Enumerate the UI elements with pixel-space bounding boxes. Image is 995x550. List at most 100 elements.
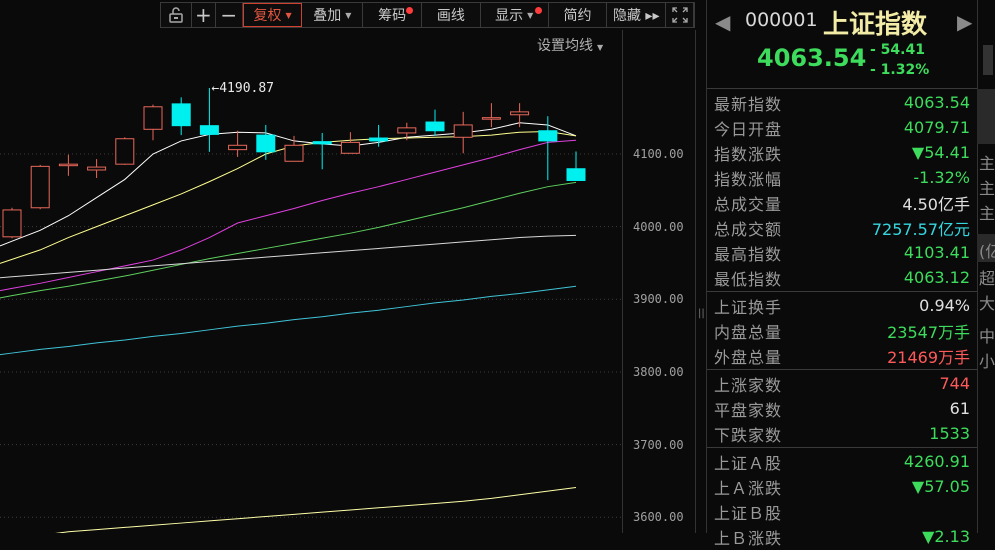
stats-row: 指数涨幅 -1.32%	[707, 165, 977, 190]
candle-up	[30, 165, 50, 209]
side-label: 主	[979, 179, 995, 198]
fullscreen-button[interactable]	[666, 3, 695, 27]
candle-down	[199, 125, 219, 135]
y-tick-label: 3600.00	[633, 510, 684, 525]
stat-value: ▼54.41	[911, 143, 970, 162]
candle-up	[143, 106, 163, 130]
candle-up	[87, 166, 107, 171]
candle-up	[481, 117, 501, 120]
stock-name: 上证指数	[823, 10, 928, 40]
stock-code: 000001	[745, 9, 818, 31]
stats-row: 上证换手 0.94%	[707, 293, 977, 318]
side-label: 中	[979, 327, 995, 346]
y-tick-label: 3800.00	[633, 364, 684, 379]
stat-value: 4103.41	[903, 243, 970, 262]
side-label: 大	[979, 294, 995, 313]
ma-line-ma120	[0, 234, 577, 279]
stats-row: 总成交额 7257.57亿元	[707, 215, 977, 240]
ma-line-ma-long	[55, 486, 577, 533]
stats-group: 上证Ａ股 4260.91 上Ａ涨跌 ▼57.05 上证Ｂ股 上Ｂ涨跌 ▼2.13	[707, 447, 977, 550]
stats-row: 上Ａ涨跌 ▼57.05	[707, 474, 977, 499]
stats-group: 上涨家数 744 平盘家数 61 下跌家数 1533	[707, 369, 977, 447]
stats-group: 上证换手 0.94% 内盘总量 23547万手 外盘总量 21469万手	[707, 291, 977, 369]
fullscreen-icon	[671, 7, 688, 23]
y-tick-label: 3700.00	[633, 437, 684, 452]
stat-label: 上证Ｂ股	[714, 503, 783, 523]
stat-label: 上Ａ涨跌	[714, 478, 783, 498]
stat-value: 4260.91	[903, 452, 970, 471]
candle-up	[453, 124, 473, 138]
stats-row: 下跌家数 1533	[707, 421, 977, 446]
stats-row: 最低指数 4063.12	[707, 265, 977, 290]
kline-chart[interactable]: ←4190.87	[0, 0, 622, 533]
side-header-block	[977, 89, 995, 144]
candle-up	[2, 209, 22, 238]
y-tick-label: 4100.00	[633, 147, 684, 161]
ma-line-ma5	[0, 122, 577, 247]
stats-row: 上涨家数 744	[707, 371, 977, 396]
stat-value: 4.50亿手	[902, 194, 970, 214]
side-label: 主	[979, 154, 995, 173]
stat-label: 上证Ａ股	[714, 453, 783, 473]
stat-label: 指数涨幅	[714, 169, 783, 189]
stat-value: 744	[939, 374, 970, 393]
stats-row: 最高指数 4103.41	[707, 240, 977, 265]
side-button[interactable]	[983, 45, 993, 75]
candle-down	[369, 137, 389, 142]
next-stock-arrow-icon[interactable]: ▶	[957, 10, 972, 34]
stats-row: 上证Ａ股 4260.91	[707, 449, 977, 474]
stat-label: 最新指数	[714, 94, 783, 114]
stat-label: 今日开盘	[714, 119, 783, 139]
stat-value: 0.94%	[919, 296, 970, 315]
stats-row: 上Ｂ涨跌 ▼2.13	[707, 524, 977, 549]
stat-value: 4079.71	[903, 118, 970, 137]
candle-down	[566, 168, 586, 181]
stat-value: ▼57.05	[911, 477, 970, 496]
stat-label: 内盘总量	[714, 322, 783, 342]
candle-down	[538, 130, 558, 142]
stat-value: 7257.57亿元	[871, 219, 970, 239]
candle-up	[340, 141, 360, 154]
ma-line-ma250	[0, 285, 577, 356]
stat-value: 21469万手	[887, 347, 970, 367]
stats-group: 最新指数 4063.54 今日开盘 4079.71 指数涨跌 ▼54.41 指数涨幅 -1.3…	[707, 88, 977, 291]
stat-label: 下跌家数	[714, 425, 783, 445]
stats-row: 今日开盘 4079.71	[707, 115, 977, 140]
axis-divider	[622, 30, 623, 533]
last-price: 4063.54	[757, 44, 867, 72]
stat-value: 23547万手	[887, 322, 970, 342]
side-label: (亿	[979, 242, 995, 261]
stat-label: 总成交额	[714, 219, 783, 239]
stats-row: 上证Ｂ股	[707, 499, 977, 524]
y-tick-label: 4000.00	[633, 219, 684, 234]
stat-value: ▼2.13	[922, 527, 970, 546]
candle-down	[256, 134, 276, 153]
price-change-pct: - 1.32%	[870, 62, 930, 78]
stats-row: 内盘总量 23547万手	[707, 318, 977, 343]
stats-row: 最新指数 4063.54	[707, 90, 977, 115]
stat-value: 1533	[929, 424, 970, 443]
stat-label: 上涨家数	[714, 375, 783, 395]
prev-stock-arrow-icon[interactable]: ◀	[715, 10, 730, 34]
stats-row: 总成交量 4.50亿手	[707, 190, 977, 215]
candle-up	[115, 138, 135, 165]
stat-value: 4063.54	[903, 93, 970, 112]
panel-divider[interactable]	[695, 30, 696, 533]
stat-label: 最低指数	[714, 269, 783, 289]
candle-down	[425, 121, 445, 132]
stats-row: 平盘家数 61	[707, 396, 977, 421]
side-label: 小	[979, 352, 995, 371]
ma-line-ma20	[0, 139, 577, 292]
max-price-annotation: ←4190.87	[211, 81, 274, 96]
stats-table: 最新指数 4063.54 今日开盘 4079.71 指数涨跌 ▼54.41 指数涨幅 -1.3…	[707, 88, 977, 550]
quote-panel: ◀ 000001 上证指数 ▶ 4063.54 - 54.41 - 1.32% …	[706, 0, 978, 548]
stat-label: 最高指数	[714, 244, 783, 264]
y-tick-label: 3900.00	[633, 292, 684, 307]
side-panel-partial: 主主主 (亿超大中小	[977, 0, 995, 533]
candle-up	[284, 144, 304, 162]
stat-value: 61	[949, 399, 970, 418]
stats-row: 外盘总量 21469万手	[707, 343, 977, 368]
candle-up	[397, 127, 417, 134]
stat-label: 上证换手	[714, 297, 783, 317]
candle-up	[510, 111, 530, 116]
